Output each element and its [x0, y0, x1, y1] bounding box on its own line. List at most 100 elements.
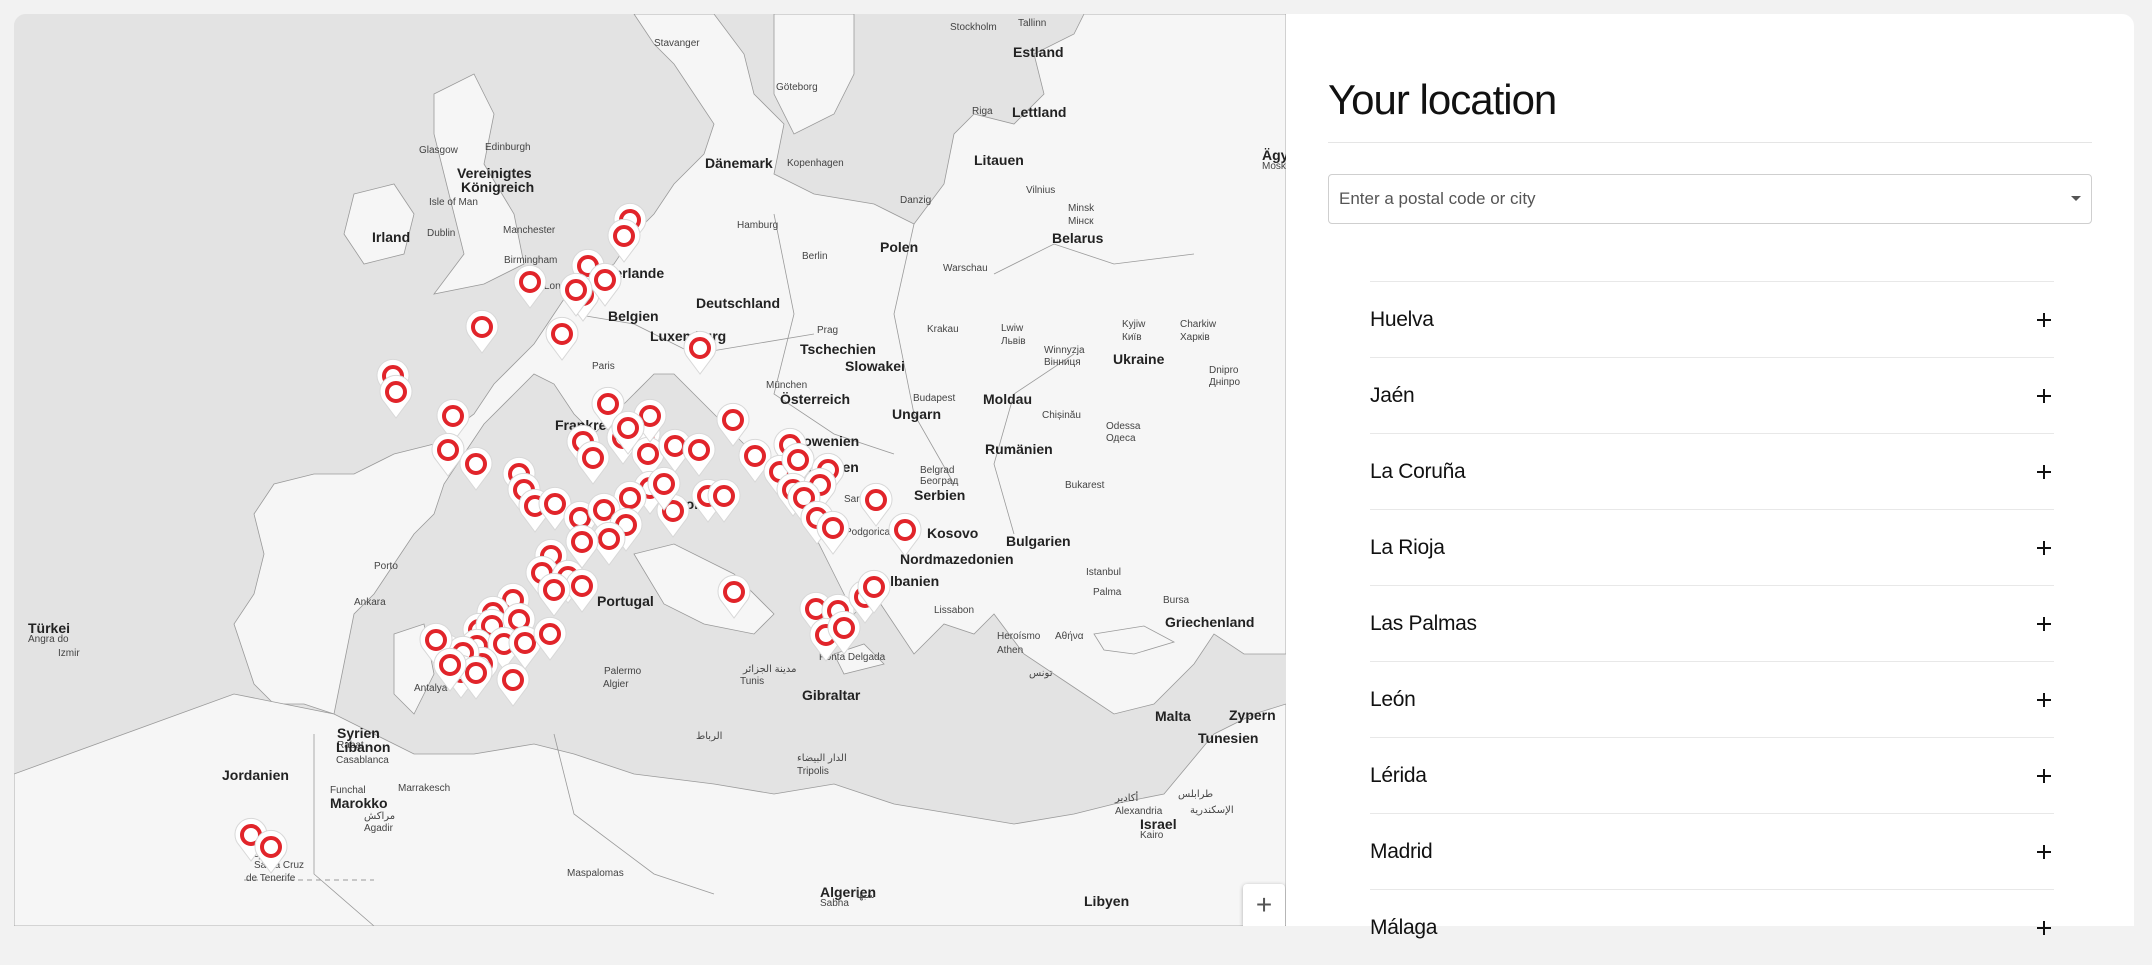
map-label: Dänemark	[705, 155, 773, 171]
province-row[interactable]: Lérida	[1370, 737, 2054, 813]
map-label: Krakau	[927, 324, 959, 335]
map-label: Zypern	[1229, 707, 1276, 723]
chevron-down-icon[interactable]	[2061, 195, 2091, 203]
store-pin-icon[interactable]	[511, 262, 549, 310]
map-label: Serbien	[914, 487, 966, 503]
store-pin-icon[interactable]	[535, 570, 573, 618]
map-label: Casablanca	[336, 755, 389, 766]
map-label: Moldau	[983, 391, 1032, 407]
store-pin-icon[interactable]	[715, 572, 753, 620]
map-label: Kairo	[1140, 830, 1164, 841]
plus-icon[interactable]	[2034, 918, 2054, 938]
map-label: Prag	[817, 325, 839, 336]
map-label: Tschechien	[800, 341, 876, 357]
map-label: Tunesien	[1198, 730, 1259, 746]
map-label: Estland	[1013, 44, 1064, 60]
map-label: Danzig	[900, 195, 932, 206]
province-row[interactable]: Málaga	[1370, 889, 2054, 965]
province-row[interactable]: Jaén	[1370, 357, 2054, 433]
store-pin-icon[interactable]	[557, 270, 595, 318]
map-label: Lettland	[1012, 104, 1067, 120]
province-row[interactable]: La Rioja	[1370, 509, 2054, 585]
plus-icon[interactable]	[2034, 614, 2054, 634]
map-label: Kyjiw	[1122, 319, 1146, 330]
plus-icon[interactable]	[2034, 386, 2054, 406]
map-label: Tallinn	[1018, 18, 1047, 29]
map-label: Marokko	[330, 795, 388, 811]
plus-icon[interactable]	[2034, 310, 2054, 330]
store-pin-icon[interactable]	[457, 444, 495, 492]
province-name: Jaén	[1370, 383, 1415, 407]
store-pin-icon[interactable]	[645, 464, 683, 512]
map-label: Bulgarien	[1006, 533, 1071, 549]
store-pin-icon[interactable]	[543, 314, 581, 362]
map-label: Stavanger	[654, 38, 700, 49]
map-label: Charkiw	[1180, 319, 1217, 330]
map-label: Manchester	[503, 225, 556, 236]
zoom-in-button[interactable]: +	[1243, 884, 1285, 926]
map-label: Rumänien	[985, 441, 1053, 457]
plus-icon[interactable]	[2034, 842, 2054, 862]
map-label: Sabha	[820, 898, 849, 909]
province-name: Lérida	[1370, 763, 1427, 787]
store-pin-icon[interactable]	[574, 438, 612, 486]
map-label: Харків	[1180, 332, 1210, 343]
map-label: Kosovo	[927, 525, 979, 541]
store-pin-icon[interactable]	[252, 827, 290, 875]
store-pin-icon[interactable]	[855, 567, 893, 615]
map-label: Moskau	[1262, 161, 1286, 172]
province-row[interactable]: León	[1370, 661, 2054, 737]
store-pin-icon[interactable]	[377, 372, 415, 420]
map-label: Ungarn	[892, 406, 941, 422]
province-row[interactable]: Madrid	[1370, 813, 2054, 889]
plus-icon[interactable]	[2034, 690, 2054, 710]
map-label: Вінниця	[1044, 357, 1081, 368]
store-pin-icon[interactable]	[825, 608, 863, 656]
map-label: Göteborg	[776, 82, 818, 93]
map-label: Griechenland	[1165, 614, 1255, 630]
province-name: Málaga	[1370, 915, 1438, 939]
map-label: Maspalomas	[567, 868, 624, 879]
map-label: Lwiw	[1001, 323, 1024, 334]
map-label: Berlin	[802, 251, 828, 262]
map-label: Minsk	[1068, 203, 1095, 214]
province-list: Huelva Jaén La Coruña La Rioja Las Palmas Leó…	[1370, 281, 2054, 965]
map-label: Irland	[372, 229, 411, 245]
location-search[interactable]	[1328, 174, 2092, 224]
location-search-input[interactable]	[1329, 175, 2061, 223]
map-label: Palma	[1093, 587, 1122, 598]
store-pin-icon[interactable]	[531, 614, 569, 662]
store-pin-icon[interactable]	[680, 430, 718, 478]
map-label: Ukraine	[1113, 351, 1165, 367]
store-pin-icon[interactable]	[681, 328, 719, 376]
store-pin-icon[interactable]	[814, 508, 852, 556]
province-row[interactable]: Las Palmas	[1370, 585, 2054, 661]
map-label: Stockholm	[950, 22, 997, 33]
plus-icon[interactable]	[2034, 766, 2054, 786]
map-label: تونس	[1029, 668, 1053, 679]
store-pin-icon[interactable]	[605, 216, 643, 264]
map-label: سبها	[856, 890, 876, 901]
map-label: Königreich	[461, 179, 535, 195]
store-map[interactable]: Stockholm Tallinn Stavanger Estland Göteborg…	[14, 14, 1286, 926]
store-pin-icon[interactable]	[431, 645, 469, 693]
store-pin-icon[interactable]	[886, 510, 924, 558]
map-label: Belarus	[1052, 230, 1104, 246]
plus-icon[interactable]	[2034, 462, 2054, 482]
map-label: طرابلس	[1178, 789, 1214, 800]
map-label: Malta	[1155, 708, 1191, 724]
store-pin-icon[interactable]	[609, 408, 647, 456]
map-label: Syrien	[337, 725, 380, 741]
map-label: Hamburg	[737, 220, 779, 231]
plus-icon[interactable]	[2034, 538, 2054, 558]
province-name: Madrid	[1370, 839, 1433, 863]
map-label: الدار البيضاء	[797, 753, 847, 764]
store-pin-icon[interactable]	[494, 660, 532, 708]
map-label: Portugal	[597, 593, 654, 609]
province-row[interactable]: La Coruña	[1370, 433, 2054, 509]
store-pin-icon[interactable]	[463, 307, 501, 355]
map-label: Heroísmo	[997, 631, 1041, 642]
map-label: Bursa	[1163, 595, 1190, 606]
province-row[interactable]: Huelva	[1370, 281, 2054, 357]
store-pin-icon[interactable]	[705, 476, 743, 524]
